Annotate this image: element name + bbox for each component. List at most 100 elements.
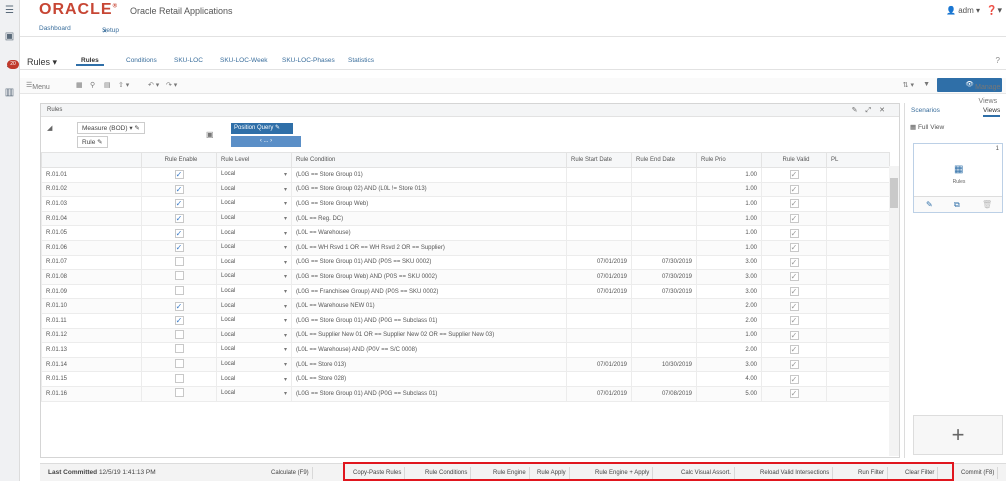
rule-prio[interactable]: 1.00 <box>696 225 762 241</box>
rule-prio[interactable]: 1.00 <box>696 167 762 183</box>
position-navigator[interactable]: ‹ ... › <box>231 136 301 147</box>
rule-enable-cell[interactable] <box>141 342 217 358</box>
rule-level-cell[interactable]: Local ▾ <box>216 254 292 271</box>
rule-dimension[interactable]: Rule ✎ <box>77 136 108 148</box>
rule-enable-cell[interactable] <box>141 327 217 344</box>
rule-enable-cell[interactable] <box>141 269 217 285</box>
rule-level-cell[interactable]: Local ▾ <box>216 239 292 256</box>
rule-enable-cell[interactable] <box>141 371 217 387</box>
rule-end-date[interactable] <box>631 239 697 256</box>
rule-prio[interactable]: 1.00 <box>696 210 762 227</box>
rule-condition[interactable]: (L0G == Franchisee Group) AND (P0S == SK… <box>291 283 567 300</box>
rule-start-date[interactable] <box>566 210 632 227</box>
scroll-thumb[interactable] <box>890 178 898 208</box>
rule-level-cell[interactable]: Local ▾ <box>216 210 292 227</box>
table-row[interactable]: R.01.12 Local ▾ (L0L == Supplier New 01 OR … <box>41 327 890 344</box>
checkbox[interactable] <box>174 329 184 339</box>
rule-prio[interactable]: 5.00 <box>696 385 762 402</box>
grid-toggle-icon[interactable]: ▣ <box>206 130 214 139</box>
position-query-button[interactable]: Position Query ✎ <box>231 123 293 134</box>
rule-start-date[interactable] <box>566 371 632 387</box>
rule-condition[interactable]: (L0L == Warehouse) <box>291 225 567 241</box>
rule-prio[interactable]: 2.00 <box>696 298 762 314</box>
rule-end-date[interactable] <box>631 371 697 387</box>
rule-start-date[interactable]: 07/01/2019 <box>566 356 632 373</box>
rule-enable-cell[interactable] <box>141 356 217 373</box>
rule-level-cell[interactable]: Local ▾ <box>216 298 292 314</box>
search-icon[interactable]: ⚲ <box>90 81 95 89</box>
rule-prio[interactable]: 2.00 <box>696 342 762 358</box>
rule-enable-cell[interactable] <box>141 385 217 402</box>
chevron-down-icon[interactable]: ▾ <box>284 376 287 383</box>
close-icon[interactable]: ✕ <box>102 27 107 35</box>
chevron-down-icon[interactable]: ▾ <box>284 390 287 397</box>
checkbox[interactable] <box>174 359 184 369</box>
table-row[interactable]: R.01.03 ✓ Local ▾ (L0G == Store Group Web) 1.… <box>41 196 890 212</box>
table-row[interactable]: R.01.11 ✓ Local ▾ (L0G == Store Group 01) AN… <box>41 312 890 329</box>
rule-start-date[interactable] <box>566 167 632 183</box>
rule-end-date[interactable] <box>631 225 697 241</box>
column-header[interactable]: Rule Prio <box>696 152 762 168</box>
table-row[interactable]: R.01.13 Local ▾ (L0L == Warehouse) AND (P0V… <box>41 342 890 358</box>
rule-enable-cell[interactable]: ✓ <box>141 181 217 198</box>
rule-end-date[interactable] <box>631 167 697 183</box>
table-row[interactable]: R.01.02 ✓ Local ▾ (L0G == Store Group 02) AN… <box>41 181 890 198</box>
column-header[interactable]: Rule Enable <box>141 152 217 168</box>
manage-views-button[interactable]: 👁 Manage Views <box>937 78 1002 105</box>
rule-prio[interactable]: 4.00 <box>696 371 762 387</box>
rule-level-cell[interactable]: Local ▾ <box>216 167 292 183</box>
column-header[interactable]: Rule Valid <box>761 152 827 168</box>
table-row[interactable]: R.01.09 Local ▾ (L0G == Franchisee Group) A… <box>41 283 890 300</box>
rule-condition[interactable]: (L0G == Store Group Web) <box>291 196 567 212</box>
tab-rules[interactable]: Rules <box>76 57 104 66</box>
rule-condition[interactable]: (L0L == Warehouse NEW 01) <box>291 298 567 314</box>
undo-icon[interactable]: ↶ ▾ <box>148 81 159 89</box>
rule-start-date[interactable]: 07/01/2019 <box>566 385 632 402</box>
rule-level-cell[interactable]: Local ▾ <box>216 356 292 373</box>
rule-end-date[interactable] <box>631 196 697 212</box>
chevron-down-icon[interactable]: ▾ <box>284 186 287 193</box>
chevron-down-icon[interactable]: ▾ <box>284 259 287 266</box>
rule-level-cell[interactable]: Local ▾ <box>216 283 292 300</box>
table-row[interactable]: R.01.05 ✓ Local ▾ (L0L == Warehouse) 1.00 ✓ <box>41 225 890 241</box>
rule-condition[interactable]: (L0G == Store Group 01) <box>291 167 567 183</box>
rule-condition[interactable]: (L0L == Store 013) <box>291 356 567 373</box>
checkbox[interactable]: ✓ <box>174 170 184 180</box>
rule-level-cell[interactable]: Local ▾ <box>216 312 292 329</box>
rule-level-cell[interactable]: Local ▾ <box>216 371 292 387</box>
rule-start-date[interactable] <box>566 327 632 344</box>
rule-prio[interactable]: 1.00 <box>696 181 762 198</box>
rule-end-date[interactable] <box>631 298 697 314</box>
action-button[interactable]: Commit (F8) <box>958 467 999 479</box>
rule-enable-cell[interactable] <box>141 254 217 271</box>
add-view-button[interactable]: + <box>913 415 1003 455</box>
column-header[interactable] <box>41 152 142 168</box>
menu-button[interactable]: ☰ Menu <box>26 81 50 91</box>
table-row[interactable]: R.01.01 ✓ Local ▾ (L0G == Store Group 01) 1.0… <box>41 167 890 183</box>
column-header[interactable]: PL <box>826 152 890 168</box>
rule-level-cell[interactable]: Local ▾ <box>216 342 292 358</box>
help-icon[interactable]: ❓▾ <box>986 5 1002 16</box>
user-menu[interactable]: 👤 adm ▾ <box>946 6 980 15</box>
rule-condition[interactable]: (L0G == Store Group 01) AND (P0G == Subc… <box>291 385 567 402</box>
rule-start-date[interactable] <box>566 312 632 329</box>
rule-enable-cell[interactable] <box>141 283 217 300</box>
tab-views[interactable]: Views <box>983 107 1001 117</box>
rule-prio[interactable]: 3.00 <box>696 269 762 285</box>
rule-start-date[interactable] <box>566 342 632 358</box>
tab-sku-loc-week[interactable]: SKU-LOC-Week <box>220 57 268 64</box>
chevron-down-icon[interactable]: ▾ <box>284 361 287 368</box>
chevron-down-icon[interactable]: ▾ <box>284 346 287 353</box>
full-view-select[interactable]: ▦ Full View <box>910 123 944 131</box>
tab-statistics[interactable]: Statistics <box>348 57 374 64</box>
column-header[interactable]: Rule Start Date <box>566 152 632 168</box>
table-row[interactable]: R.01.04 ✓ Local ▾ (L0L == Reg. DC) 1.00 ✓ <box>41 210 890 227</box>
action-button[interactable]: Calculate (F9) <box>268 467 313 479</box>
rule-start-date[interactable] <box>566 181 632 198</box>
column-header[interactable]: Rule Condition <box>291 152 567 168</box>
rule-start-date[interactable] <box>566 239 632 256</box>
checkbox[interactable] <box>174 271 184 281</box>
rule-start-date[interactable]: 07/01/2019 <box>566 283 632 300</box>
rule-condition[interactable]: (L0G == Store Group 01) AND (P0G == Subc… <box>291 312 567 329</box>
menu-icon[interactable]: ☰ <box>3 4 16 17</box>
